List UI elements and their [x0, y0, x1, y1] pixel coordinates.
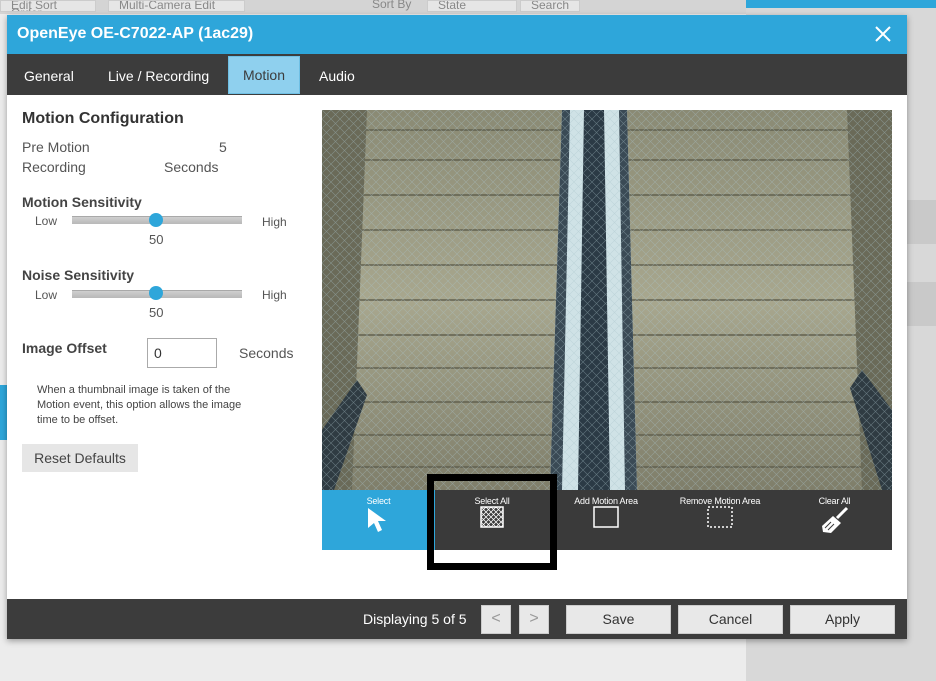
noise-sensitivity-label: Noise Sensitivity	[22, 267, 135, 283]
grid-square-icon	[480, 506, 504, 528]
select-all-tool-button[interactable]: Select All	[435, 490, 549, 550]
noise-sensitivity-low: Low	[35, 288, 58, 302]
previous-button[interactable]: <	[481, 605, 511, 634]
pre-motion-label: Pre Motion	[22, 139, 90, 155]
clear-all-label: Clear All	[818, 496, 851, 506]
select-tool-button[interactable]: Select	[322, 490, 435, 550]
camera-preview[interactable]	[322, 110, 892, 490]
reset-defaults-button[interactable]: Reset Defaults	[22, 444, 138, 472]
select-tool-label: Select	[366, 496, 391, 506]
tab-audio[interactable]: Audio	[309, 57, 365, 95]
motion-sensitivity-handle[interactable]	[149, 213, 163, 227]
apply-button[interactable]: Apply	[790, 605, 895, 634]
tab-bar: General Live / Recording Motion Audio	[7, 54, 907, 95]
camera-settings-dialog: OpenEye OE-C7022-AP (1ac29) General Live…	[7, 15, 907, 639]
pre-motion-label-2: Recording	[22, 159, 86, 175]
broom-icon	[821, 506, 848, 533]
pre-motion-unit: Seconds	[164, 159, 219, 175]
image-offset-unit: Seconds	[239, 345, 294, 361]
select-all-tool-label: Select All	[474, 496, 510, 506]
dialog-titlebar: OpenEye OE-C7022-AP (1ac29)	[7, 15, 907, 54]
image-offset-help: When a thumbnail image is taken of the M…	[37, 384, 242, 426]
sort-by-label: Sort By	[372, 0, 412, 11]
motion-sensitivity-label: Motion Sensitivity	[22, 194, 142, 210]
cursor-arrow-icon	[367, 508, 386, 532]
motion-sensitivity-low: Low	[35, 214, 58, 228]
section-heading: Motion Configuration	[22, 110, 184, 127]
next-button[interactable]: >	[519, 605, 549, 634]
add-motion-area-label: Add Motion Area	[574, 496, 638, 506]
motion-sensitivity-value: 50	[149, 232, 164, 247]
tab-live-recording[interactable]: Live / Recording	[98, 57, 219, 95]
background-right-accent	[746, 0, 936, 8]
image-offset-input[interactable]	[147, 338, 217, 368]
background-left-highlight	[0, 385, 7, 440]
displaying-count: Displaying 5 of 5	[363, 611, 467, 627]
edit-sort-order-button[interactable]: Edit Sort Order	[0, 0, 96, 12]
motion-sensitivity-high: High	[262, 215, 287, 229]
save-button[interactable]: Save	[566, 605, 671, 634]
tab-general[interactable]: General	[14, 57, 84, 95]
search-button[interactable]: Search	[520, 0, 580, 12]
close-icon[interactable]	[873, 24, 893, 44]
dialog-title: OpenEye OE-C7022-AP (1ac29)	[17, 25, 254, 42]
dialog-footer: Displaying 5 of 5 < > Save Cancel Apply	[7, 599, 907, 639]
noise-sensitivity-handle[interactable]	[149, 286, 163, 300]
image-offset-label: Image Offset	[22, 340, 107, 356]
background-toolbar: Edit Sort Order Multi-Camera Edit Sort B…	[0, 0, 746, 14]
add-motion-area-button[interactable]: Add Motion Area	[549, 490, 663, 550]
tab-motion[interactable]: Motion	[228, 56, 300, 94]
remove-motion-area-button[interactable]: Remove Motion Area	[663, 490, 777, 550]
motion-tools-bar: Select Select All Add Motion Area Remove…	[322, 490, 892, 550]
remove-motion-area-label: Remove Motion Area	[679, 496, 761, 506]
noise-sensitivity-high: High	[262, 288, 287, 302]
square-outline-icon	[593, 506, 619, 528]
pre-motion-value: 5	[219, 139, 227, 155]
cancel-button[interactable]: Cancel	[678, 605, 783, 634]
dashed-square-icon	[707, 506, 733, 528]
noise-sensitivity-value: 50	[149, 305, 164, 320]
multi-camera-edit-button[interactable]: Multi-Camera Edit	[108, 0, 245, 12]
clear-all-button[interactable]: Clear All	[777, 490, 892, 550]
sort-state-select[interactable]: State	[427, 0, 517, 12]
